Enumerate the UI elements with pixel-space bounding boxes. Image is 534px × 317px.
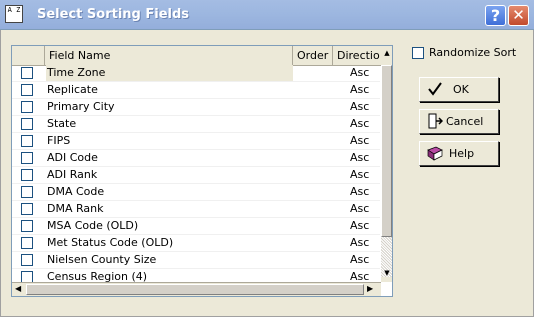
direction-cell[interactable]: Asc (338, 201, 380, 217)
scroll-down-arrow-icon[interactable]: ▼ (381, 268, 392, 278)
field-name-cell[interactable]: Primary City (46, 99, 293, 115)
row-checkbox[interactable] (21, 101, 33, 113)
cancel-label: Cancel (446, 115, 484, 128)
scroll-right-arrow-icon[interactable]: ▶ (367, 284, 373, 293)
field-name-cell[interactable]: FIPS (46, 133, 293, 149)
checkmark-icon (427, 81, 443, 97)
window-title: Select Sorting Fields (37, 7, 190, 22)
table-row[interactable]: State Asc (12, 116, 380, 133)
help-book-icon (427, 145, 443, 161)
table-row[interactable]: DMA Rank Asc (12, 201, 380, 218)
direction-cell[interactable]: Asc (338, 167, 380, 183)
direction-cell[interactable]: Asc (338, 218, 380, 234)
field-name-cell[interactable]: DMA Code (46, 184, 293, 200)
table-row[interactable]: Met Status Code (OLD) Asc (12, 235, 380, 252)
field-name-cell[interactable]: Nielsen County Size (46, 252, 293, 268)
grid-header: Field Name Order Directio (12, 46, 392, 66)
sort-fields-grid: Field Name Order Directio Time Zone Asc Re… (11, 45, 393, 297)
row-checkbox[interactable] (21, 220, 33, 232)
help-button[interactable]: Help (419, 141, 499, 166)
sort-app-icon: A Z (5, 5, 23, 23)
row-checkbox[interactable] (21, 169, 33, 181)
header-checkbox-column[interactable] (12, 46, 45, 65)
field-name-cell[interactable]: Replicate (46, 82, 293, 98)
grid-rows: Time Zone Asc Replicate Asc Primary City Asc S… (12, 65, 380, 286)
title-help-button[interactable]: ? (485, 5, 506, 26)
field-name-cell[interactable]: ADI Rank (46, 167, 293, 183)
ok-label: OK (453, 83, 469, 96)
table-row[interactable]: ADI Code Asc (12, 150, 380, 167)
exit-door-icon (427, 113, 444, 129)
direction-cell[interactable]: Asc (338, 133, 380, 149)
field-name-cell[interactable]: Met Status Code (OLD) (46, 235, 293, 251)
title-bar: A Z Select Sorting Fields ? ✕ (0, 0, 534, 30)
field-name-cell[interactable]: State (46, 116, 293, 132)
vertical-scrollbar[interactable]: ▲ ▼ (381, 46, 392, 282)
row-checkbox[interactable] (21, 186, 33, 198)
horizontal-scroll-thumb[interactable] (26, 284, 364, 295)
direction-cell[interactable]: Asc (338, 82, 380, 98)
table-row[interactable]: FIPS Asc (12, 133, 380, 150)
randomize-sort-checkbox[interactable] (412, 47, 424, 59)
field-name-cell[interactable]: ADI Code (46, 150, 293, 166)
direction-cell[interactable]: Asc (338, 65, 380, 81)
cancel-button[interactable]: Cancel (419, 109, 499, 134)
direction-cell[interactable]: Asc (338, 150, 380, 166)
direction-cell[interactable]: Asc (338, 116, 380, 132)
field-name-cell[interactable]: MSA Code (OLD) (46, 218, 293, 234)
ok-button[interactable]: OK (419, 77, 499, 102)
title-close-button[interactable]: ✕ (508, 5, 529, 26)
row-checkbox[interactable] (21, 118, 33, 130)
row-checkbox[interactable] (21, 203, 33, 215)
row-checkbox[interactable] (21, 135, 33, 147)
randomize-sort-label[interactable]: Randomize Sort (429, 46, 516, 59)
direction-cell[interactable]: Asc (338, 99, 380, 115)
vertical-scroll-thumb[interactable] (381, 65, 392, 237)
row-checkbox[interactable] (21, 152, 33, 164)
row-checkbox[interactable] (21, 84, 33, 96)
header-field-name[interactable]: Field Name (45, 46, 293, 65)
help-label: Help (449, 147, 475, 160)
scroll-up-arrow-icon[interactable]: ▲ (381, 48, 392, 58)
row-checkbox[interactable] (21, 237, 33, 249)
table-row[interactable]: Replicate Asc (12, 82, 380, 99)
table-row[interactable]: Nielsen County Size Asc (12, 252, 380, 269)
direction-cell[interactable]: Asc (338, 252, 380, 268)
table-row[interactable]: MSA Code (OLD) Asc (12, 218, 380, 235)
table-row[interactable]: Primary City Asc (12, 99, 380, 116)
field-name-cell[interactable]: Time Zone (46, 65, 293, 81)
horizontal-scrollbar[interactable]: ◀ ▶ (12, 282, 381, 296)
scroll-left-arrow-icon[interactable]: ◀ (15, 284, 21, 293)
row-checkbox[interactable] (21, 254, 33, 266)
field-name-cell[interactable]: DMA Rank (46, 201, 293, 217)
table-row[interactable]: ADI Rank Asc (12, 167, 380, 184)
table-row[interactable]: Time Zone Asc (12, 65, 380, 82)
direction-cell[interactable]: Asc (338, 184, 380, 200)
direction-cell[interactable]: Asc (338, 235, 380, 251)
header-order[interactable]: Order (293, 46, 333, 65)
row-checkbox[interactable] (21, 67, 33, 79)
table-row[interactable]: DMA Code Asc (12, 184, 380, 201)
